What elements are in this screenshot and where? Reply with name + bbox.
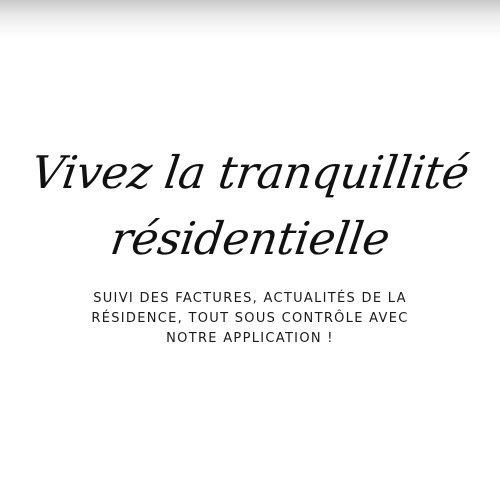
subtitle: SUIVI DES FACTURES, ACTUALITÉS DE LA RÉS… bbox=[60, 289, 440, 349]
top-shadow bbox=[0, 0, 500, 40]
subtitle-line-3: NOTRE APPLICATION ! bbox=[166, 331, 334, 346]
promo-card: Vivez la tranquillité résidentielle SUIV… bbox=[0, 0, 500, 500]
headline-line-1: Vivez la tranquillité bbox=[28, 146, 473, 199]
headline: Vivez la tranquillité résidentielle bbox=[0, 140, 500, 272]
subtitle-line-2: RÉSIDENCE, TOUT SOUS CONTRÔLE AVEC bbox=[91, 311, 409, 326]
subtitle-line-1: SUIVI DES FACTURES, ACTUALITÉS DE LA bbox=[93, 291, 407, 306]
headline-line-2: résidentielle bbox=[107, 212, 393, 265]
